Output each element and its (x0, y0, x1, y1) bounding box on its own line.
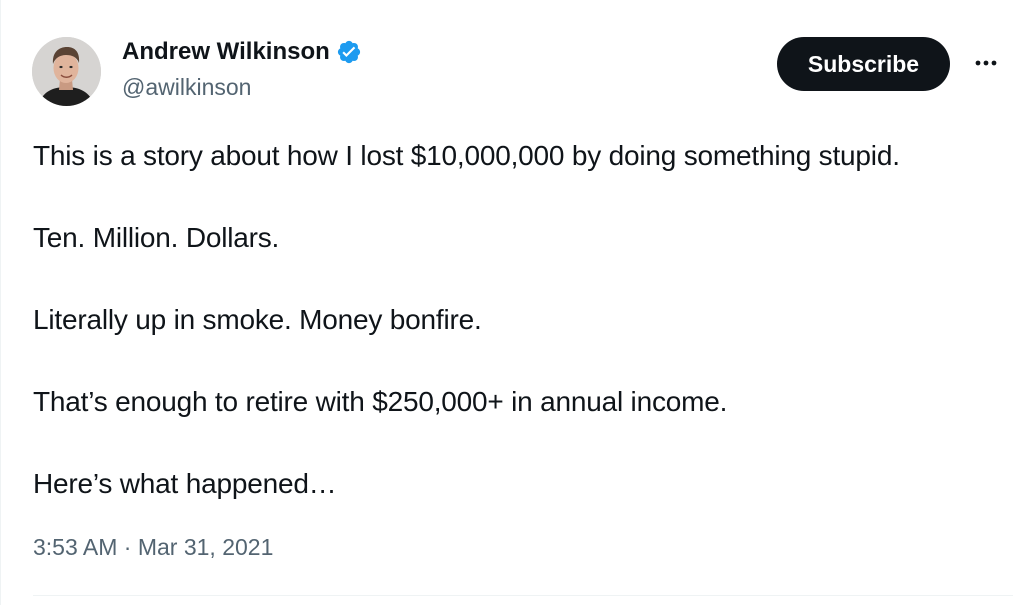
author-name-row: Andrew Wilkinson (122, 38, 362, 66)
tweet-text: This is a story about how I lost $10,000… (33, 138, 1008, 502)
timestamp-separator: · (123, 534, 132, 560)
profile-photo-icon (32, 37, 101, 106)
tweet-text-line: Literally up in smoke. Money bonfire. (33, 304, 482, 335)
author-handle[interactable]: @awilkinson (122, 74, 251, 101)
verified-badge-icon[interactable] (336, 39, 362, 65)
tweet-text-line: Ten. Million. Dollars. (33, 222, 280, 253)
subscribe-button[interactable]: Subscribe (777, 37, 950, 91)
tweet-text-line: That’s enough to retire with $250,000+ i… (33, 386, 728, 417)
more-options-icon (975, 60, 997, 66)
tweet-text-line: Here’s what happened… (33, 468, 337, 499)
more-options-button[interactable] (969, 48, 1003, 78)
tweet-timestamp[interactable]: 3:53 AM · Mar 31, 2021 (33, 534, 273, 561)
author-display-name[interactable]: Andrew Wilkinson (122, 38, 330, 66)
tweet-card: Andrew Wilkinson @awilkinson Subscribe T… (0, 0, 1024, 605)
divider (33, 595, 1013, 596)
tweet-date: Mar 31, 2021 (137, 534, 274, 560)
tweet-time: 3:53 AM (33, 534, 118, 560)
tweet-text-line: This is a story about how I lost $10,000… (33, 140, 900, 171)
avatar[interactable] (32, 37, 101, 106)
